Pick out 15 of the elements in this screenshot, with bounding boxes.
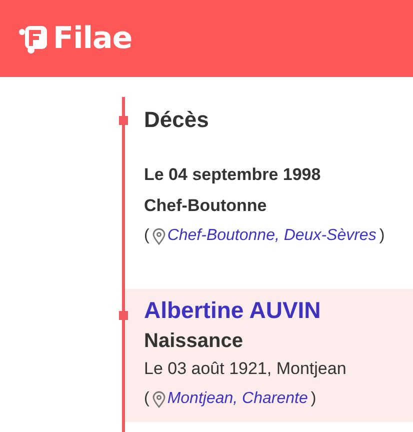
event-detail: Le 03 août 1921, Montjean bbox=[144, 358, 348, 380]
parenthesis: ( bbox=[144, 226, 150, 246]
event-detail: Le 04 septembre 1998 bbox=[144, 164, 322, 186]
place-link[interactable]: Chef-Boutonne, Deux-Sèvres bbox=[167, 221, 376, 251]
parenthesis: ( bbox=[144, 389, 150, 409]
location-pin-icon bbox=[152, 390, 166, 408]
event-title: Naissance bbox=[144, 330, 244, 353]
location-pin-icon bbox=[152, 228, 166, 244]
parenthesis: ) bbox=[310, 389, 316, 409]
place-link[interactable]: Montjean, Charente bbox=[167, 384, 308, 414]
logo-icon bbox=[19, 24, 49, 54]
event-title: Décès bbox=[144, 107, 210, 133]
person-name-link[interactable]: Albertine AUVIN bbox=[144, 297, 413, 324]
parenthesis: ) bbox=[379, 226, 385, 246]
event-detail: Chef-Boutonne bbox=[144, 195, 268, 217]
